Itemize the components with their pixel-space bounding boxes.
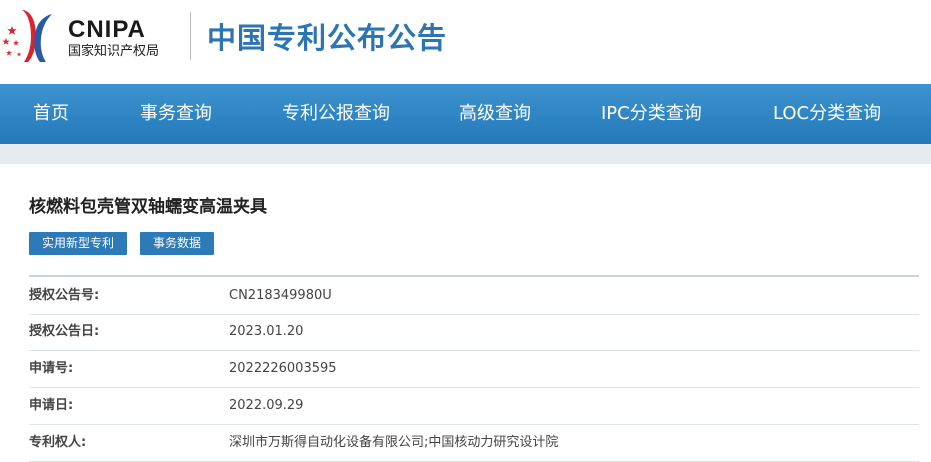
field-value-application-date: 2022.09.29 [229, 398, 304, 413]
field-label-application-number: 申请号: [29, 361, 74, 376]
cnipa-emblem-icon [2, 10, 52, 62]
separator-bar [0, 144, 931, 164]
nav-item-loc-query[interactable]: LOC分类查询 [773, 84, 881, 144]
logo-chinese-name: 国家知识产权局 [68, 44, 160, 59]
row-divider [29, 424, 919, 425]
logo-abbreviation: CNIPA [68, 16, 146, 43]
site-header: CNIPA 国家知识产权局 中国专利公布公告 [0, 0, 931, 84]
patent-title: 核燃料包壳管双轴蠕变高温夹具 [29, 197, 267, 217]
nav-item-gazette-query[interactable]: 专利公报查询 [282, 84, 390, 144]
row-divider [29, 350, 919, 351]
row-divider [29, 387, 919, 388]
field-value-patentee: 深圳市万斯得自动化设备有限公司;中国核动力研究设计院 [229, 435, 559, 450]
nav-item-ipc-query[interactable]: IPC分类查询 [601, 84, 702, 144]
tag-transaction-data[interactable]: 事务数据 [140, 232, 214, 255]
cnipa-logo[interactable]: CNIPA 国家知识产权局 [0, 6, 190, 66]
field-value-grant-number: CN218349980U [229, 288, 332, 303]
nav-item-advanced-query[interactable]: 高级查询 [459, 84, 531, 144]
main-nav: 首页 事务查询 专利公报查询 高级查询 IPC分类查询 LOC分类查询 [0, 84, 931, 144]
tag-utility-model[interactable]: 实用新型专利 [29, 232, 127, 255]
field-label-patentee: 专利权人: [29, 435, 87, 450]
row-divider [29, 275, 919, 277]
site-title: 中国专利公布公告 [207, 21, 448, 55]
field-value-grant-date: 2023.01.20 [229, 324, 304, 339]
field-label-grant-date: 授权公告日: [29, 324, 100, 339]
header-divider [190, 12, 191, 60]
patent-detail: 核燃料包壳管双轴蠕变高温夹具 实用新型专利 事务数据 授权公告号: CN2183… [0, 164, 931, 462]
nav-item-home[interactable]: 首页 [33, 84, 69, 144]
nav-item-transaction-query[interactable]: 事务查询 [140, 84, 212, 144]
row-divider [29, 314, 919, 315]
field-label-application-date: 申请日: [29, 398, 74, 413]
field-label-grant-number: 授权公告号: [29, 288, 100, 303]
field-value-application-number: 2022226003595 [229, 361, 337, 376]
